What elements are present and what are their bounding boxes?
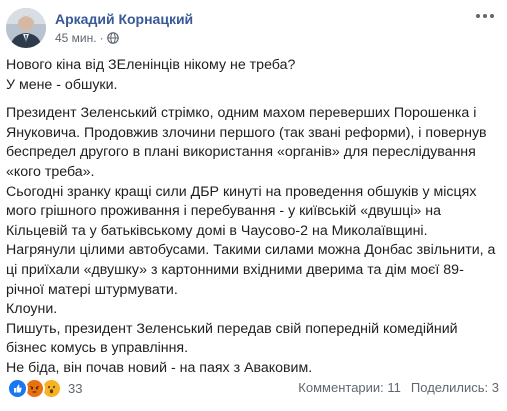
post-paragraph: Президент Зеленський стрімко, одним махо…: [6, 105, 487, 180]
post-paragraph: У мене - обшуки.: [6, 76, 118, 93]
shares-count[interactable]: Поделились: 3: [411, 380, 499, 395]
post-paragraph: Нового кіна від ЗЕленінців нікому не тре…: [6, 57, 296, 73]
post-paragraph: Клоуни.: [6, 301, 58, 318]
post-meta: 45 мин. ·: [55, 31, 119, 45]
post-paragraph: Сьогодні зранку кращі сили ДБР кинуті на…: [6, 183, 477, 239]
reactions-summary[interactable]: 33: [7, 378, 82, 399]
post-time[interactable]: 45 мин.: [55, 31, 97, 45]
globe-icon[interactable]: [106, 32, 119, 44]
avatar[interactable]: [6, 8, 46, 48]
more-options-icon[interactable]: [473, 8, 497, 24]
avatar-image: [6, 8, 46, 48]
post-paragraph: Нагрянули цілими автобусами. Такими сила…: [6, 242, 496, 298]
post-paragraph: Пишуть, президент Зеленський передав сві…: [6, 320, 458, 357]
meta-separator: ·: [99, 31, 104, 45]
post-stats: Комментарии: 11 Поделились: 3: [298, 380, 499, 395]
post-text: Нового кіна від ЗЕленінців нікому не тре…: [6, 56, 501, 379]
author-name[interactable]: Аркадий Корнацкий: [55, 11, 193, 27]
like-icon: [7, 378, 28, 399]
facebook-post: Аркадий Корнацкий 45 мин. · Нового кіна …: [0, 0, 507, 411]
reaction-count[interactable]: 33: [68, 381, 82, 396]
comments-count[interactable]: Комментарии: 11: [298, 380, 401, 395]
post-footer: 33 Комментарии: 11 Поделились: 3: [0, 374, 507, 402]
